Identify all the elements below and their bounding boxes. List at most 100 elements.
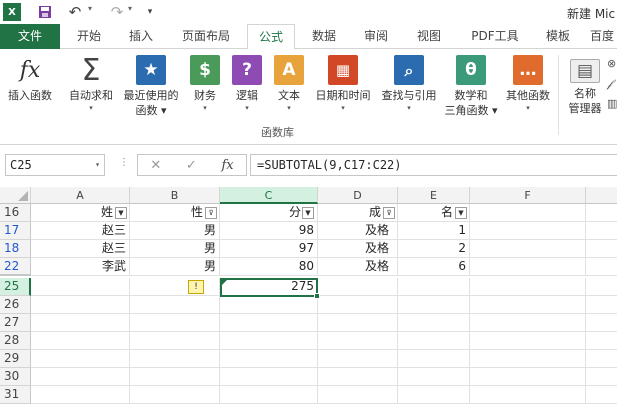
cell-rank[interactable]: 1	[398, 222, 470, 240]
cell-gender[interactable]: 男	[130, 240, 220, 258]
cell[interactable]	[470, 240, 586, 258]
column-header-c[interactable]: C	[220, 187, 318, 204]
customize-qat-icon[interactable]: ▾	[144, 3, 156, 21]
name-manager-button[interactable]: ▤ 名称 管理器	[563, 59, 607, 116]
tab-data[interactable]: 数据	[303, 24, 345, 49]
tab-pdf-tools[interactable]: PDF工具	[462, 24, 528, 49]
tab-file[interactable]: 文件	[0, 24, 60, 49]
cell[interactable]	[31, 278, 130, 296]
cell-rank[interactable]: 6	[398, 258, 470, 276]
financial-button[interactable]: $ 财务 ▾	[188, 55, 222, 114]
cell[interactable]	[470, 204, 586, 222]
column-header-b[interactable]: B	[130, 187, 220, 204]
cell-gender[interactable]: 男	[130, 258, 220, 276]
row-header-31[interactable]: 31	[0, 386, 31, 404]
define-name-icon[interactable]: ⊗	[607, 57, 616, 70]
create-from-selection-icon[interactable]: ▥	[607, 97, 617, 110]
cell[interactable]	[318, 278, 398, 296]
tab-review[interactable]: 审阅	[355, 24, 397, 49]
empty-cells-a[interactable]	[31, 296, 130, 404]
row-header-16[interactable]: 16	[0, 204, 31, 222]
cell[interactable]	[586, 278, 617, 296]
enter-icon[interactable]: ✓	[186, 158, 197, 173]
autosum-button[interactable]: Σ 自动求和 ▾	[62, 55, 120, 114]
cell-name[interactable]: 赵三	[31, 240, 130, 258]
redo-dropdown-icon[interactable]: ▾	[128, 4, 132, 13]
tab-home[interactable]: 开始	[68, 24, 110, 49]
empty-cells-d[interactable]	[318, 296, 398, 404]
column-header-a[interactable]: A	[31, 187, 130, 204]
filter-dropdown-icon[interactable]: ▼	[115, 207, 127, 219]
cell-score[interactable]: 98	[220, 222, 318, 240]
row-header-25[interactable]: 25	[0, 278, 31, 296]
tab-templates[interactable]: 模板	[537, 24, 579, 49]
undo-icon[interactable]: ↶	[66, 3, 84, 21]
filter-active-icon[interactable]: ⊽	[383, 207, 395, 219]
row-header-29[interactable]: 29	[0, 350, 31, 368]
cancel-icon[interactable]: ✕	[150, 158, 161, 173]
column-header-f[interactable]: F	[470, 187, 586, 204]
error-warning-icon[interactable]: !	[188, 280, 204, 294]
undo-dropdown-icon[interactable]: ▾	[88, 4, 92, 13]
chevron-down-icon[interactable]: ▾	[95, 155, 100, 175]
formula-input[interactable]: =SUBTOTAL(9,C17:C22)	[250, 154, 617, 176]
text-button[interactable]: A 文本 ▾	[272, 55, 306, 114]
cell-grade[interactable]: 及格	[318, 258, 398, 276]
column-header-g[interactable]	[586, 187, 617, 204]
tab-view[interactable]: 视图	[408, 24, 450, 49]
insert-function-button[interactable]: fx 插入函数	[2, 55, 58, 103]
cell[interactable]	[586, 240, 617, 258]
select-all-corner[interactable]	[0, 187, 31, 204]
worksheet-grid[interactable]: A B C D E F 16 姓 ▼ 性 ⊽ 分 ▼ 成 ⊽ 名 ▼ 17 赵三…	[0, 187, 617, 404]
cell-grade[interactable]: 及格	[318, 222, 398, 240]
fill-handle[interactable]	[314, 293, 320, 299]
row-header-28[interactable]: 28	[0, 332, 31, 350]
column-header-e[interactable]: E	[398, 187, 470, 204]
cell[interactable]	[130, 278, 220, 296]
cell-name[interactable]: 李武	[31, 258, 130, 276]
cell[interactable]	[470, 222, 586, 240]
empty-cells-f[interactable]	[470, 296, 586, 404]
name-box[interactable]: C25 ▾	[5, 154, 105, 176]
cell-score[interactable]: 80	[220, 258, 318, 276]
row-header-17[interactable]: 17	[0, 222, 31, 240]
more-functions-button[interactable]: … 其他函数 ▾	[502, 55, 554, 114]
tab-insert[interactable]: 插入	[120, 24, 162, 49]
empty-cells-e[interactable]	[398, 296, 470, 404]
cell-gender[interactable]: 男	[130, 222, 220, 240]
cell[interactable]	[398, 278, 470, 296]
empty-cells-c[interactable]	[220, 296, 318, 404]
math-trig-button[interactable]: θ 数学和 三角函数 ▾	[441, 55, 501, 118]
row-header-22[interactable]: 22	[0, 258, 31, 276]
save-icon[interactable]	[36, 3, 54, 21]
filter-active-icon[interactable]: ⊽	[205, 207, 217, 219]
logical-button[interactable]: ? 逻辑 ▾	[230, 55, 264, 114]
cell-rank[interactable]: 2	[398, 240, 470, 258]
lookup-reference-button[interactable]: ⌕ 查找与引用 ▾	[377, 55, 441, 114]
redo-icon[interactable]: ↷	[108, 3, 126, 21]
cell[interactable]	[586, 258, 617, 276]
filter-dropdown-icon[interactable]: ▼	[302, 207, 314, 219]
empty-cells-b[interactable]	[130, 296, 220, 404]
cell[interactable]	[586, 204, 617, 222]
cell[interactable]	[470, 258, 586, 276]
tab-page-layout[interactable]: 页面布局	[172, 24, 240, 49]
row-header-30[interactable]: 30	[0, 368, 31, 386]
active-cell-total[interactable]: 275	[220, 278, 318, 296]
formula-bar-grip-icon[interactable]: ⋮	[119, 157, 129, 168]
cell[interactable]	[586, 222, 617, 240]
use-in-formula-icon[interactable]: 𝒻	[607, 77, 612, 91]
cell-grade[interactable]: 及格	[318, 240, 398, 258]
insert-function-icon[interactable]: fx	[221, 158, 233, 173]
row-header-26[interactable]: 26	[0, 296, 31, 314]
empty-cells-g[interactable]	[586, 296, 617, 404]
tab-baidu[interactable]: 百度	[590, 24, 617, 49]
cell[interactable]	[470, 278, 586, 296]
recently-used-button[interactable]: ★ 最近使用的 函数 ▾	[120, 55, 182, 118]
filter-dropdown-icon[interactable]: ▼	[455, 207, 467, 219]
row-header-27[interactable]: 27	[0, 314, 31, 332]
column-header-d[interactable]: D	[318, 187, 398, 204]
cell-score[interactable]: 97	[220, 240, 318, 258]
row-header-18[interactable]: 18	[0, 240, 31, 258]
date-time-button[interactable]: ▦ 日期和时间 ▾	[311, 55, 375, 114]
